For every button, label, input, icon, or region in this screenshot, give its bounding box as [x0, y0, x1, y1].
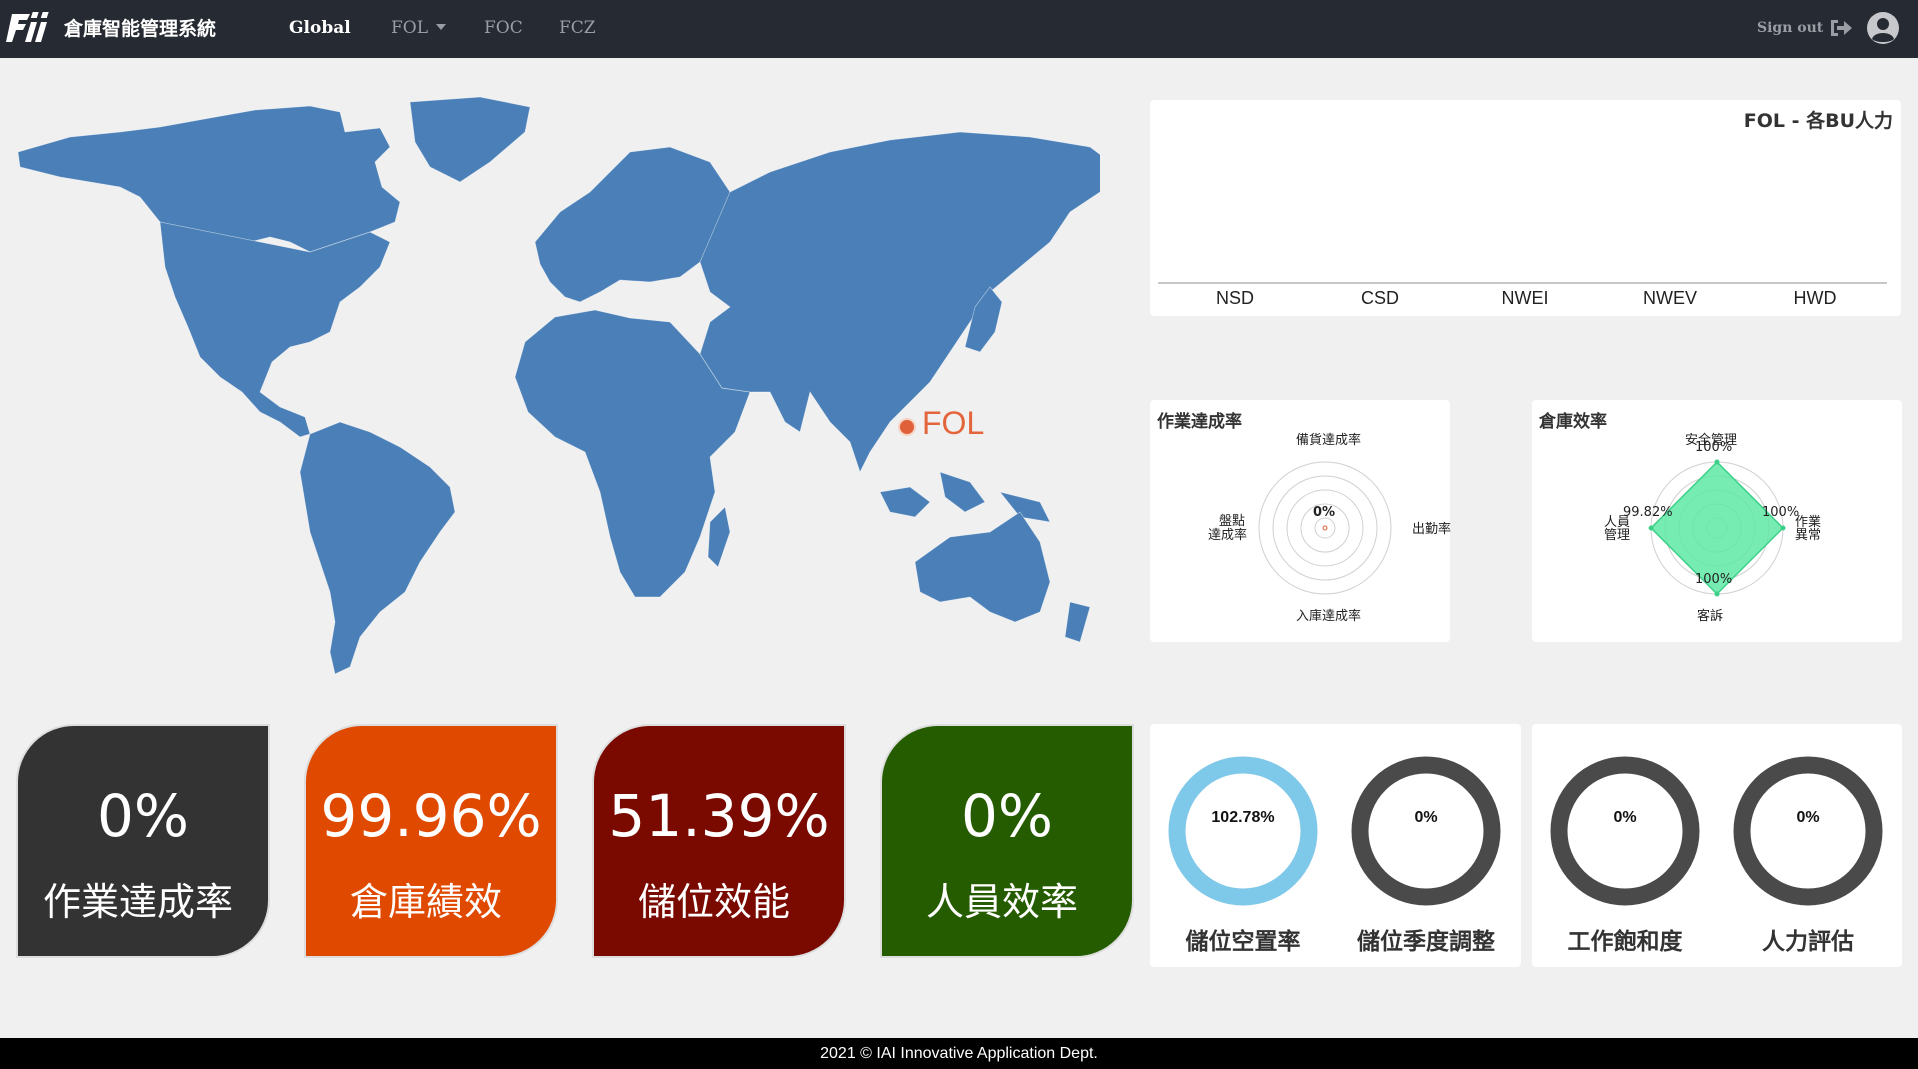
- storage-donut-card: 102.78% 儲位空置率 0% 儲位季度調整: [1150, 724, 1521, 967]
- task-completion-radar-card: 作業達成率 0% 備貨達成率 出勤率 入庫達成率 盤點 達成率: [1150, 400, 1452, 642]
- bu-manpower-chart-card: FOL - 各BU人力 NSD CSD NWEI NWEV HWD: [1150, 100, 1901, 316]
- world-map-svg: [17, 96, 1111, 675]
- kpi-label: 人員效率: [925, 880, 1078, 924]
- donut-quarterly-label: 儲位季度調整: [1357, 929, 1495, 955]
- radar-value-op-anomaly: 100%: [1762, 505, 1800, 520]
- donut-vacancy-label: 儲位空置率: [1185, 929, 1301, 955]
- kpi-label: 作業達成率: [42, 880, 233, 924]
- radar-left-title: 作業達成率: [1157, 412, 1242, 432]
- radar-value-safety: 100%: [1695, 440, 1733, 455]
- donut-quarterly-adjustment[interactable]: [1351, 756, 1501, 906]
- signout-button[interactable]: Sign out: [1757, 18, 1853, 38]
- bar-chart-title: FOL - 各BU人力: [1743, 110, 1893, 132]
- signout-label: Sign out: [1757, 20, 1824, 36]
- kpi-value: 51.39%: [608, 782, 830, 850]
- x-tick-hwd: HWD: [1793, 288, 1837, 308]
- donut-work-saturation[interactable]: [1550, 756, 1700, 906]
- radar-axis-inbound: 入庫達成率: [1296, 609, 1362, 624]
- warehouse-efficiency-radar-card: 倉庫效率 安全管理 100% 作業 異常 100% 客訴 100% 人員 管理 …: [1532, 400, 1902, 642]
- radar-axis-inventory-line2: 達成率: [1208, 528, 1248, 543]
- kpi-label: 倉庫績效: [349, 880, 502, 924]
- donut-vacancy-rate[interactable]: [1168, 756, 1318, 906]
- x-axis-line: [1158, 282, 1887, 284]
- radar-right-title: 倉庫效率: [1539, 412, 1607, 432]
- radar-value-personnel: 99.82%: [1623, 505, 1673, 520]
- donut-vacancy-value: 102.78%: [1211, 809, 1275, 826]
- fii-logo[interactable]: [6, 8, 54, 46]
- radar-left-center-value: 0%: [1313, 505, 1336, 520]
- x-tick-nwev: NWEV: [1643, 288, 1697, 308]
- kpi-task-completion[interactable]: 0% 作業達成率: [16, 724, 270, 958]
- kpi-personnel-efficiency[interactable]: 0% 人員效率: [880, 724, 1134, 958]
- radar-left-chart: [1258, 461, 1392, 595]
- x-tick-csd: CSD: [1360, 288, 1399, 308]
- fol-map-marker[interactable]: [898, 418, 916, 436]
- user-avatar-icon[interactable]: [1866, 11, 1900, 45]
- radar-axis-personnel-line2: 管理: [1604, 528, 1631, 543]
- nav-global[interactable]: Global: [289, 18, 351, 38]
- donut-track: [1351, 756, 1501, 906]
- top-navbar: 倉庫智能管理系統 Global FOL FOC FCZ Sign out: [0, 0, 1918, 58]
- x-tick-nwei: NWEI: [1501, 288, 1549, 308]
- footer: 2021 © IAI Innovative Application Dept.: [0, 1038, 1918, 1069]
- nav-foc[interactable]: FOC: [484, 18, 523, 38]
- kpi-label: 儲位效能: [637, 880, 790, 924]
- world-map[interactable]: FOL: [10, 92, 1111, 682]
- radar-axis-complaints: 客訴: [1697, 609, 1724, 624]
- radar-axis-attendance: 出勤率: [1412, 522, 1452, 537]
- nav-fcz[interactable]: FCZ: [559, 18, 596, 38]
- app-title: 倉庫智能管理系統: [64, 18, 217, 40]
- caret-down-icon: [436, 24, 447, 30]
- kpi-value: 0%: [96, 782, 189, 850]
- kpi-value: 0%: [960, 782, 1053, 850]
- fol-map-label[interactable]: FOL: [922, 405, 984, 442]
- kpi-value: 99.96%: [320, 782, 542, 850]
- radar-axis-op-anomaly-line2: 異常: [1795, 528, 1822, 543]
- donut-quarterly-value: 0%: [1414, 809, 1438, 826]
- donut-arc: [1168, 756, 1318, 906]
- radar-axis-stock-prep: 備貨達成率: [1296, 433, 1362, 448]
- nav-fol-dropdown[interactable]: FOL: [391, 18, 447, 38]
- nav-fol-label: FOL: [391, 18, 429, 38]
- donut-track: [1550, 756, 1700, 906]
- donut-manpower-value: 0%: [1796, 809, 1820, 826]
- signout-icon: [1831, 20, 1853, 36]
- x-tick-nsd: NSD: [1215, 288, 1254, 308]
- donut-manpower-label: 人力評估: [1762, 929, 1854, 955]
- kpi-warehouse-performance[interactable]: 99.96% 倉庫績效: [304, 724, 558, 958]
- kpi-storage-efficiency[interactable]: 51.39% 儲位效能: [592, 724, 846, 958]
- donut-saturation-label: 工作飽和度: [1567, 929, 1683, 955]
- workforce-donut-card: 0% 工作飽和度 0% 人力評估: [1532, 724, 1902, 967]
- donut-manpower-assessment[interactable]: [1733, 756, 1883, 906]
- donut-saturation-value: 0%: [1613, 809, 1637, 826]
- donut-track: [1733, 756, 1883, 906]
- radar-value-complaints: 100%: [1695, 572, 1733, 587]
